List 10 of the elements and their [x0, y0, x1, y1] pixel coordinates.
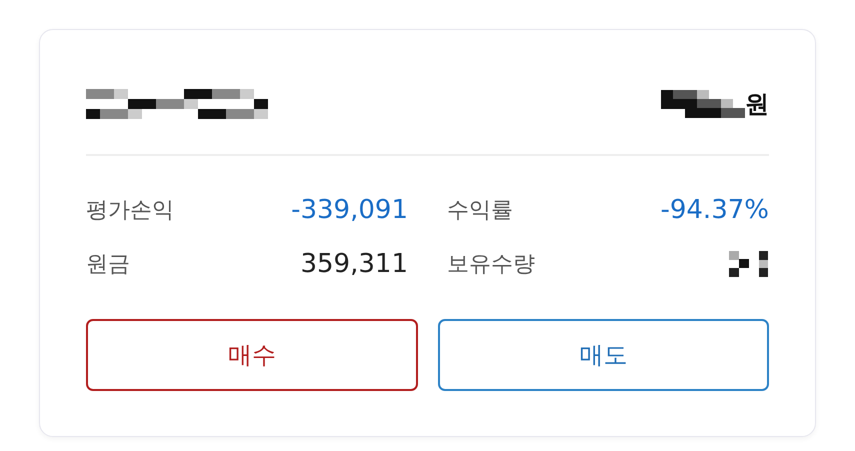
sell-button[interactable]: 매도: [438, 319, 769, 391]
stat-label: 원금: [86, 251, 130, 279]
stat-value: 359,311: [300, 249, 408, 279]
buy-button[interactable]: 매수: [86, 319, 418, 391]
stat-value: -94.37%: [660, 195, 769, 225]
stat-value: -339,091: [291, 195, 408, 225]
stat-label: 수익률: [447, 197, 513, 225]
stat-label: 평가손익: [86, 197, 174, 225]
stat-label: 보유수량: [447, 251, 535, 279]
price-unit: 원: [745, 89, 769, 120]
